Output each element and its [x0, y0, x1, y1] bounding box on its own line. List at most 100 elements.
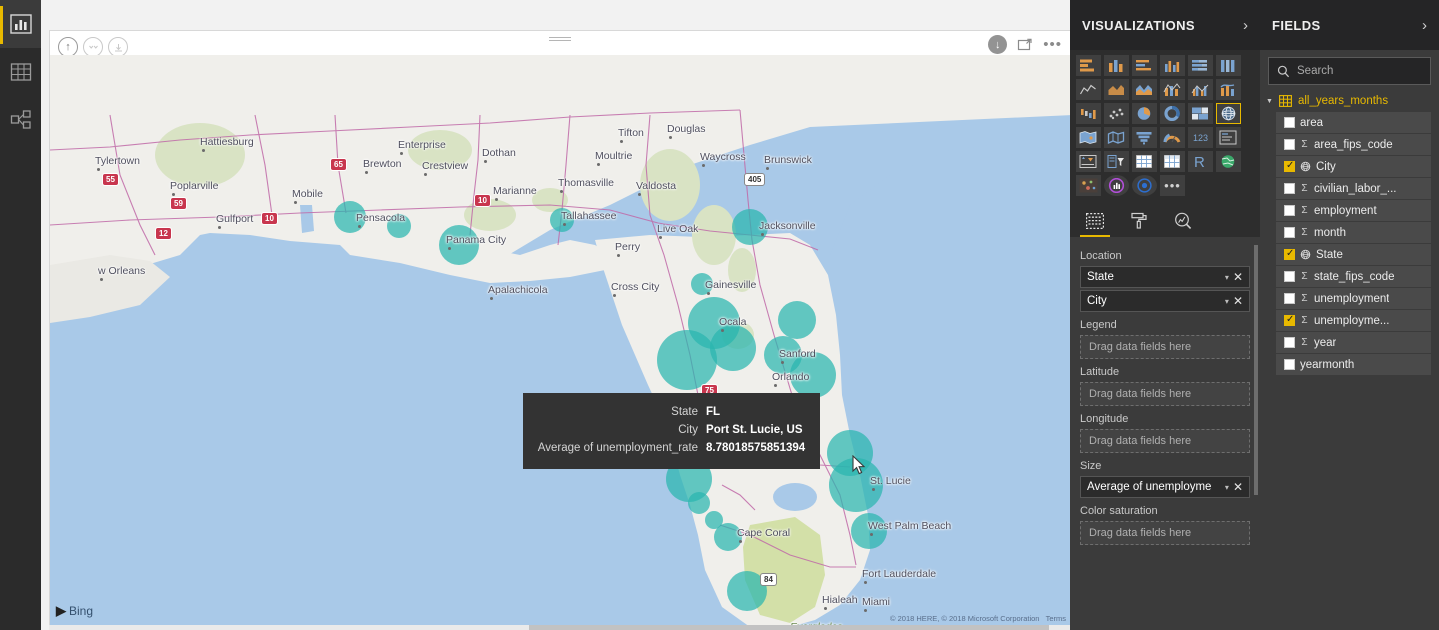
map-visual[interactable]: ↑ Average of unemployment_rate by State … [49, 30, 1071, 626]
clustered-bar-chart-icon[interactable] [1132, 55, 1157, 76]
multi-row-card-icon[interactable] [1216, 127, 1241, 148]
field-item-unemployme[interactable]: Σunemployme... [1276, 310, 1431, 331]
well-dropzone[interactable]: Drag data fields here [1080, 521, 1250, 545]
expand-all-down-button[interactable] [83, 37, 103, 57]
bing-map[interactable]: Hattiesburg Enterprise Tifton Douglas Brewto… [50, 55, 1070, 625]
waterfall-chart-icon[interactable] [1076, 103, 1101, 124]
area-chart-icon[interactable] [1104, 79, 1129, 100]
stacked-column-chart-icon[interactable] [1104, 55, 1129, 76]
filled-map-icon[interactable] [1076, 127, 1101, 148]
stacked-bar-chart-icon[interactable] [1076, 55, 1101, 76]
field-checkbox[interactable] [1284, 227, 1295, 238]
custom-visual-2-icon[interactable] [1104, 175, 1129, 196]
line-stacked-column-chart-icon[interactable] [1160, 79, 1185, 100]
ribbon-chart-icon[interactable] [1216, 79, 1241, 100]
map-bubble[interactable] [851, 513, 887, 549]
more-options-icon[interactable]: ••• [1043, 37, 1062, 52]
funnel-chart-icon[interactable] [1132, 127, 1157, 148]
bing-logo[interactable]: ▶ Bing [56, 603, 93, 619]
line-chart-icon[interactable] [1076, 79, 1101, 100]
field-checkbox[interactable] [1284, 313, 1295, 326]
line-clustered-column-chart-icon[interactable] [1188, 79, 1213, 100]
well-dropzone[interactable]: Drag data fields here [1080, 382, 1250, 406]
remove-field-icon[interactable]: ✕ [1233, 481, 1243, 493]
chevron-right-icon[interactable]: › [1422, 17, 1427, 34]
fields-table-node[interactable]: ▼ all_years_months [1260, 91, 1439, 111]
field-wells-scrollbar[interactable] [1254, 245, 1258, 585]
clustered-column-chart-icon[interactable] [1160, 55, 1185, 76]
chevron-down-icon[interactable]: ▾ [1225, 297, 1229, 306]
map-bubble[interactable] [387, 214, 411, 238]
field-item-month[interactable]: Σmonth [1276, 222, 1431, 243]
table-icon[interactable] [1132, 151, 1157, 172]
map-bubble[interactable] [688, 492, 710, 514]
field-item-city[interactable]: City [1276, 156, 1431, 177]
arcgis-maps-icon[interactable] [1216, 151, 1241, 172]
shape-map-icon[interactable] [1104, 127, 1129, 148]
tab-fields[interactable] [1080, 209, 1110, 237]
remove-field-icon[interactable]: ✕ [1233, 271, 1243, 283]
field-checkbox[interactable] [1284, 139, 1295, 150]
well-dropzone[interactable]: Drag data fields here [1080, 335, 1250, 359]
custom-visual-3-icon[interactable] [1132, 175, 1157, 196]
map-bubble[interactable] [334, 201, 366, 233]
slicer-icon[interactable] [1104, 151, 1129, 172]
field-checkbox[interactable] [1284, 247, 1295, 260]
treemap-icon[interactable] [1188, 103, 1213, 124]
field-item-area[interactable]: area [1276, 112, 1431, 133]
remove-field-icon[interactable]: ✕ [1233, 295, 1243, 307]
well-chip[interactable]: Average of unemployme ▾ ✕ [1080, 476, 1250, 498]
tab-format[interactable] [1126, 209, 1152, 233]
field-item-area_fips_code[interactable]: Σarea_fips_code [1276, 134, 1431, 155]
donut-chart-icon[interactable] [1160, 103, 1185, 124]
rail-item-report-view[interactable] [0, 0, 41, 48]
map-bubble[interactable] [710, 325, 756, 371]
chevron-down-icon[interactable]: ▾ [1225, 273, 1229, 282]
field-item-employment[interactable]: Σemployment [1276, 200, 1431, 221]
map-terms-link[interactable]: Terms [1046, 614, 1066, 623]
canvas-horizontal-scrollbar[interactable] [49, 625, 1071, 630]
gauge-icon[interactable] [1160, 127, 1185, 148]
field-item-year[interactable]: Σyear [1276, 332, 1431, 353]
field-checkbox[interactable] [1284, 293, 1295, 304]
map-bubble[interactable] [705, 511, 723, 529]
field-checkbox[interactable] [1284, 159, 1295, 172]
visual-drag-handle[interactable] [549, 35, 571, 45]
field-item-yearmonth[interactable]: yearmonth [1276, 354, 1431, 375]
field-item-state_fips_code[interactable]: Σstate_fips_code [1276, 266, 1431, 287]
kpi-icon[interactable] [1076, 151, 1101, 172]
field-checkbox[interactable] [1284, 117, 1295, 128]
well-chip[interactable]: State ▾ ✕ [1080, 266, 1250, 288]
map-icon[interactable] [1216, 103, 1241, 124]
map-bubble[interactable] [732, 209, 768, 245]
search-input[interactable]: Search [1268, 57, 1431, 85]
focus-mode-icon[interactable] [1017, 37, 1033, 53]
field-checkbox[interactable] [1284, 183, 1295, 194]
matrix-icon[interactable] [1160, 151, 1185, 172]
field-checkbox[interactable] [1284, 359, 1295, 370]
field-checkbox[interactable] [1284, 205, 1295, 216]
well-chip[interactable]: City ▾ ✕ [1080, 290, 1250, 312]
more-visuals-icon[interactable]: ••• [1160, 175, 1185, 196]
map-bubble[interactable] [550, 208, 574, 232]
rail-item-data-view[interactable] [0, 48, 41, 96]
stacked-area-chart-icon[interactable] [1132, 79, 1157, 100]
drill-up-button[interactable]: ↑ [58, 37, 78, 57]
chevron-down-icon[interactable]: ▼ [1266, 98, 1273, 105]
tab-analytics[interactable] [1170, 209, 1196, 233]
card-icon[interactable]: 123 [1188, 127, 1213, 148]
100-stacked-bar-chart-icon[interactable] [1188, 55, 1213, 76]
rail-item-model-view[interactable] [0, 96, 41, 144]
field-item-state[interactable]: State [1276, 244, 1431, 265]
field-item-civilian_labor_[interactable]: Σcivilian_labor_... [1276, 178, 1431, 199]
map-bubble[interactable] [439, 225, 479, 265]
field-checkbox[interactable] [1284, 337, 1295, 348]
pie-chart-icon[interactable] [1132, 103, 1157, 124]
r-script-visual-icon[interactable]: R [1188, 151, 1213, 172]
field-checkbox[interactable] [1284, 271, 1295, 282]
drill-down-button[interactable] [108, 37, 128, 57]
custom-visual-1-icon[interactable] [1076, 175, 1101, 196]
download-icon[interactable]: ↓ [988, 35, 1008, 54]
scatter-chart-icon[interactable] [1104, 103, 1129, 124]
chevron-down-icon[interactable]: ▾ [1225, 483, 1229, 492]
